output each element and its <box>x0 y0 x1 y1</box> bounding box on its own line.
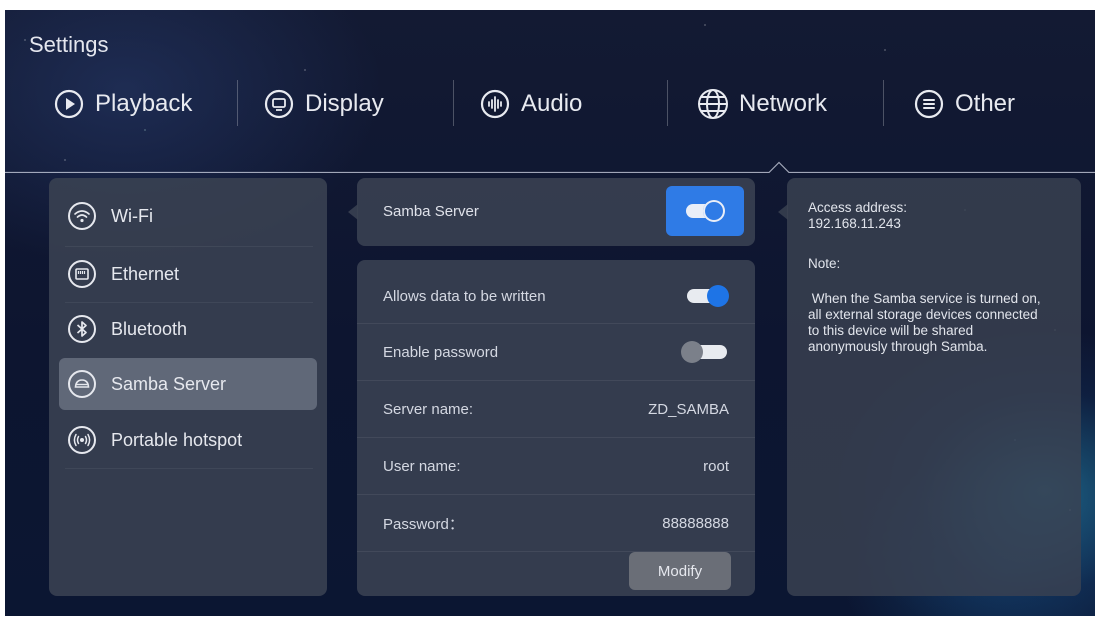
note-label: Note: <box>808 256 841 271</box>
sidebar-item-portable-hotspot[interactable]: Portable hotspot <box>59 414 317 466</box>
sidebar-item-label: Bluetooth <box>111 318 188 339</box>
toggle-knob <box>707 285 729 307</box>
sidebar-item-samba-server[interactable]: Samba Server <box>59 358 317 410</box>
setting-row-allow-write: Allows data to be written <box>357 268 755 324</box>
globe-icon <box>697 88 729 120</box>
sidebar-item-ethernet[interactable]: Ethernet <box>59 248 317 300</box>
audio-wave-icon <box>479 88 511 120</box>
server-name-value: ZD_SAMBA <box>648 400 729 418</box>
divider <box>65 246 313 247</box>
tab-audio[interactable]: Audio <box>479 82 582 126</box>
note-line: anonymously through Samba. <box>808 339 988 354</box>
ethernet-icon <box>67 259 97 289</box>
sidebar-item-bluetooth[interactable]: Bluetooth <box>59 303 317 355</box>
note-line: to this device will be shared <box>808 323 974 338</box>
setting-row-enable-password: Enable password <box>357 324 755 380</box>
tab-selection-indicator <box>5 161 1095 173</box>
access-address-label: Access address: <box>808 200 908 215</box>
setting-row-password[interactable]: Password： 88888888 <box>357 495 755 551</box>
note-line: all external storage devices connected <box>808 307 1038 322</box>
sidebar-item-wifi[interactable]: Wi-Fi <box>59 190 317 242</box>
play-circle-icon <box>53 88 85 120</box>
setting-label: Server name: <box>383 400 474 418</box>
allow-write-toggle[interactable] <box>687 285 729 307</box>
access-address-value: 192.168.11.243 <box>808 216 901 231</box>
display-icon <box>263 88 295 120</box>
menu-circle-icon <box>913 88 945 120</box>
bluetooth-icon <box>67 314 97 344</box>
setting-label: Allows data to be written <box>383 287 546 305</box>
setting-row-server-name[interactable]: Server name: ZD_SAMBA <box>357 381 755 437</box>
settings-screen: Settings Playback Display Audio Network <box>5 10 1095 616</box>
divider <box>65 468 313 469</box>
modify-button[interactable]: Modify <box>629 552 731 590</box>
password-value: 88888888 <box>662 514 729 532</box>
tab-label: Display <box>305 90 384 117</box>
tab-other[interactable]: Other <box>913 82 1015 126</box>
setting-label: Enable password <box>383 343 499 361</box>
info-panel: Access address: 192.168.11.243 Note: Whe… <box>778 178 1081 596</box>
tab-divider <box>453 80 454 126</box>
note-line: When the Samba service is turned on, <box>808 291 1041 306</box>
wifi-icon <box>67 201 97 231</box>
samba-settings-panel: Allows data to be written Enable passwor… <box>357 260 755 596</box>
sidebar-item-label: Wi-Fi <box>111 205 153 226</box>
tab-label: Audio <box>521 90 583 117</box>
tab-divider <box>237 80 238 126</box>
setting-label: Password： <box>383 515 464 533</box>
tab-label: Network <box>739 90 828 117</box>
sidebar-item-label: Portable hotspot <box>111 429 243 450</box>
pointer-left <box>778 204 788 220</box>
samba-header-label: Samba Server <box>383 203 479 220</box>
page-title: Settings <box>29 32 109 57</box>
tab-label: Playback <box>95 90 193 117</box>
network-sidebar: Wi-Fi Ethernet Bluetooth Samba Server Po… <box>49 178 327 596</box>
tab-label: Other <box>955 90 1016 117</box>
samba-server-toggle[interactable] <box>666 186 744 236</box>
setting-row-user-name[interactable]: User name: root <box>357 438 755 494</box>
toggle-knob <box>681 341 703 363</box>
setting-label: User name: <box>383 457 461 475</box>
pointer-left <box>348 204 358 220</box>
tab-divider <box>883 80 884 126</box>
sidebar-item-label: Samba Server <box>111 373 227 394</box>
hotspot-icon <box>67 425 97 455</box>
enable-password-toggle[interactable] <box>681 341 727 363</box>
user-name-value: root <box>703 457 729 475</box>
tab-playback[interactable]: Playback <box>53 82 192 126</box>
toggle-knob <box>703 200 725 222</box>
tab-display[interactable]: Display <box>263 82 384 126</box>
tab-bar: Playback Display Audio Network Other <box>5 82 1095 126</box>
tab-network[interactable]: Network <box>697 82 827 126</box>
tab-divider <box>667 80 668 126</box>
sidebar-item-label: Ethernet <box>111 263 180 284</box>
samba-icon <box>67 369 97 399</box>
samba-server-header: Samba Server <box>348 178 755 246</box>
